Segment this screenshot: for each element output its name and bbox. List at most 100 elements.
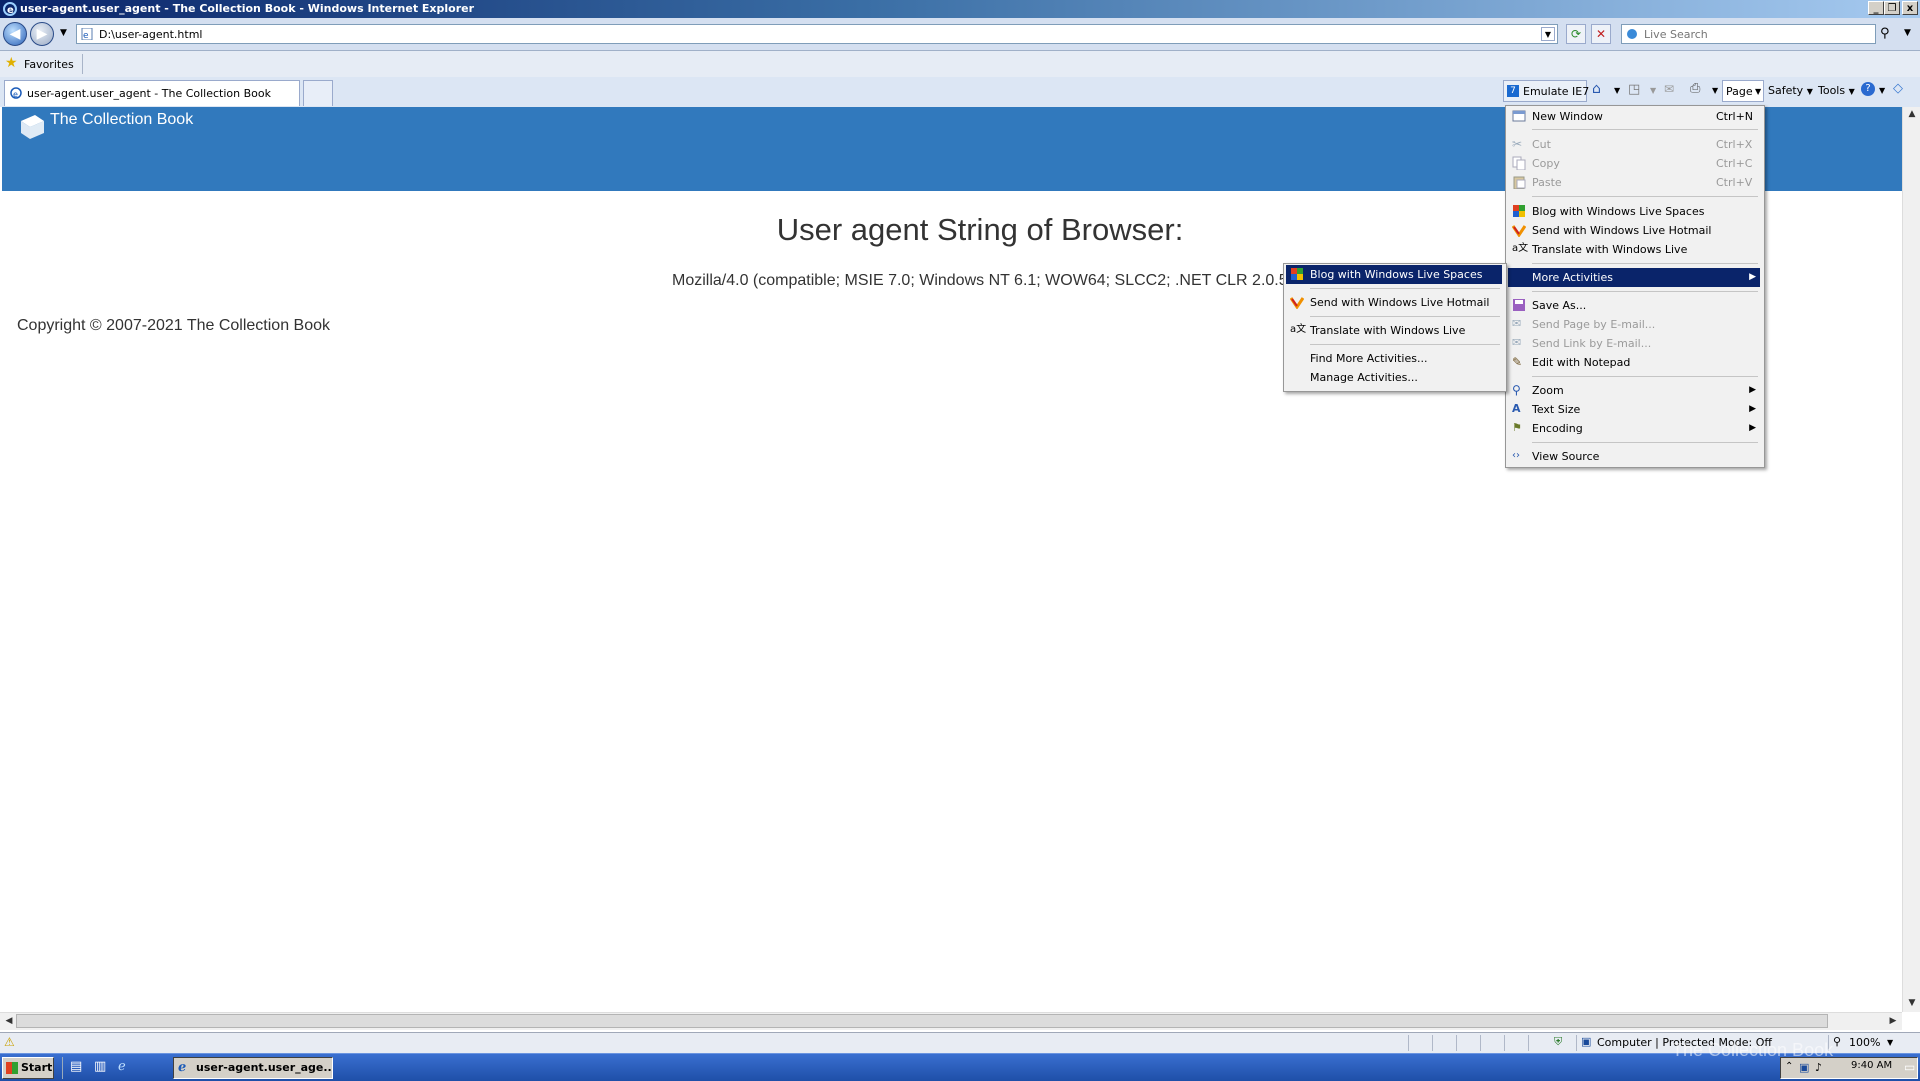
menu-shortcut: Ctrl+N xyxy=(1716,110,1754,123)
feeds-dropdown-icon[interactable]: ▼ xyxy=(1650,86,1656,95)
activity-translate[interactable]: a文 Translate with Windows Live xyxy=(1286,321,1502,340)
activity-blog-spaces[interactable]: Blog with Windows Live Spaces xyxy=(1286,265,1502,284)
server-manager-icon[interactable]: ▤ xyxy=(70,1059,82,1074)
scroll-left-icon[interactable]: ◀ xyxy=(2,1014,16,1028)
menu-item-send-hotmail[interactable]: Send with Windows Live Hotmail xyxy=(1508,221,1760,240)
stop-button[interactable]: ✕ xyxy=(1591,24,1611,44)
start-button[interactable]: Start xyxy=(2,1057,54,1079)
horizontal-scrollbar[interactable]: ◀ ▶ xyxy=(0,1012,1902,1030)
address-url: D:\user-agent.html xyxy=(99,28,203,41)
menu-item-more-activities[interactable]: More Activities ▶ xyxy=(1508,268,1760,287)
safety-menu-button[interactable]: Safety ▼ xyxy=(1768,84,1813,97)
horizontal-scroll-thumb[interactable] xyxy=(16,1014,1828,1028)
copy-icon xyxy=(1512,156,1526,170)
activity-manage[interactable]: Manage Activities... xyxy=(1286,368,1502,387)
print-icon[interactable]: ⎙ xyxy=(1690,81,1700,96)
scroll-up-icon[interactable]: ▲ xyxy=(1905,107,1919,121)
address-field[interactable]: e D:\user-agent.html ▼ xyxy=(76,24,1558,44)
menu-item-send-link-email[interactable]: ✉ Send Link by E-mail... xyxy=(1508,334,1760,353)
menu-item-new-window[interactable]: New Window Ctrl+N xyxy=(1508,107,1760,126)
status-cell xyxy=(1408,1035,1429,1051)
history-dropdown-icon[interactable]: ▼ xyxy=(60,28,67,38)
start-label: Start xyxy=(21,1061,53,1074)
activities-submenu: Blog with Windows Live Spaces Send with … xyxy=(1283,263,1507,392)
menu-label: Zoom xyxy=(1532,384,1564,397)
svg-text:e: e xyxy=(7,5,14,16)
activity-find-more[interactable]: Find More Activities... xyxy=(1286,349,1502,368)
tools-arrow-icon: ▼ xyxy=(1848,87,1855,96)
svg-text:e: e xyxy=(13,90,18,99)
taskbar-item-ie[interactable]: ℯ user-agent.user_age... xyxy=(173,1057,333,1079)
toolbar-expand-icon[interactable]: ◇ xyxy=(1893,81,1903,96)
close-button[interactable]: x xyxy=(1902,1,1918,15)
print-dropdown-icon[interactable]: ▼ xyxy=(1712,86,1718,95)
favorites-button[interactable]: Favorites xyxy=(24,58,74,71)
scroll-right-icon[interactable]: ▶ xyxy=(1886,1014,1900,1028)
search-options-icon[interactable]: ▼ xyxy=(1904,28,1911,38)
status-cell xyxy=(1528,1035,1549,1051)
address-dropdown-icon[interactable]: ▼ xyxy=(1541,27,1555,41)
minimize-button[interactable]: _ xyxy=(1868,1,1884,15)
menu-separator xyxy=(1310,288,1500,289)
menu-item-send-page-email[interactable]: ✉ Send Page by E-mail... xyxy=(1508,315,1760,334)
email-icon: ✉ xyxy=(1512,317,1522,330)
new-tab-button[interactable] xyxy=(303,80,333,106)
menu-separator xyxy=(1532,376,1758,377)
help-dropdown-icon[interactable]: ▼ xyxy=(1879,86,1885,95)
emulate-ie7-button[interactable]: 7 Emulate IE7 xyxy=(1503,80,1589,102)
help-icon[interactable]: ? xyxy=(1861,82,1875,96)
status-cell xyxy=(1480,1035,1501,1051)
home-icon[interactable]: ⌂ xyxy=(1592,81,1601,97)
ie-quicklaunch-icon[interactable]: ℯ xyxy=(118,1059,126,1074)
feeds-icon[interactable]: ◳ xyxy=(1628,82,1640,97)
page-menu-button[interactable]: Page ▼ xyxy=(1722,80,1764,102)
encoding-icon: ⚑ xyxy=(1512,421,1522,434)
translate-icon: a文 xyxy=(1290,324,1307,335)
menu-label: Cut xyxy=(1532,138,1551,151)
show-desktop-icon[interactable]: ▭ xyxy=(1904,1060,1915,1074)
search-input[interactable] xyxy=(1642,27,1866,42)
refresh-button[interactable]: ⟳ xyxy=(1566,24,1586,44)
page-menu: New Window Ctrl+N ✂ Cut Ctrl+X Copy Ctrl… xyxy=(1505,105,1765,468)
menu-item-encoding[interactable]: ⚑ Encoding ▶ xyxy=(1508,419,1760,438)
status-cell xyxy=(1504,1035,1525,1051)
safety-menu-label: Safety xyxy=(1768,84,1804,97)
copyright-text: Copyright © 2007-2021 The Collection Boo… xyxy=(17,317,331,334)
menu-label: Translate with Windows Live xyxy=(1532,243,1688,256)
clock[interactable]: 9:40 AM xyxy=(1851,1060,1892,1071)
search-field[interactable] xyxy=(1621,24,1876,44)
zoom-cell[interactable]: ⚲ 100% ▼ xyxy=(1828,1035,1899,1051)
menu-item-text-size[interactable]: A Text Size ▶ xyxy=(1508,400,1760,419)
menu-item-copy[interactable]: Copy Ctrl+C xyxy=(1508,154,1760,173)
forward-button[interactable]: ▶ xyxy=(30,22,54,46)
back-button[interactable]: ◀ xyxy=(3,22,27,46)
site-name[interactable]: The Collection Book xyxy=(50,111,193,129)
scroll-down-icon[interactable]: ▼ xyxy=(1905,996,1919,1010)
read-mail-icon[interactable]: ✉ xyxy=(1664,82,1674,96)
menu-item-save-as[interactable]: Save As... xyxy=(1508,296,1760,315)
menu-item-view-source[interactable]: ‹› View Source xyxy=(1508,447,1760,466)
network-icon[interactable]: ▣ xyxy=(1799,1061,1809,1074)
home-dropdown-icon[interactable]: ▼ xyxy=(1614,86,1620,95)
window-title-bar: e user-agent.user_agent - The Collection… xyxy=(0,0,1920,18)
activity-send-hotmail[interactable]: Send with Windows Live Hotmail xyxy=(1286,293,1502,312)
powershell-icon[interactable]: ▥ xyxy=(94,1059,106,1074)
menu-separator xyxy=(1532,129,1758,130)
menu-item-blog-spaces[interactable]: Blog with Windows Live Spaces xyxy=(1508,202,1760,221)
favorites-bar: ★ Favorites xyxy=(0,51,1920,78)
menu-item-edit-notepad[interactable]: ✎ Edit with Notepad xyxy=(1508,353,1760,372)
vertical-scrollbar[interactable]: ▲ ▼ xyxy=(1902,107,1920,1012)
search-go-icon[interactable]: ⚲ xyxy=(1880,26,1890,41)
menu-item-zoom[interactable]: ⚲ Zoom ▶ xyxy=(1508,381,1760,400)
tools-menu-button[interactable]: Tools ▼ xyxy=(1818,84,1855,97)
speaker-icon[interactable]: ♪ xyxy=(1815,1061,1822,1074)
tray-expand-icon[interactable]: ⌃ xyxy=(1785,1061,1793,1072)
protected-mode-icon[interactable]: ⛨ xyxy=(1554,1035,1562,1049)
watermark: The Collection Book xyxy=(1672,1040,1834,1060)
restore-button[interactable]: ❐ xyxy=(1884,1,1900,15)
pencil-icon: ✎ xyxy=(1512,355,1523,369)
menu-item-paste[interactable]: Paste Ctrl+V xyxy=(1508,173,1760,192)
menu-item-cut[interactable]: ✂ Cut Ctrl+X xyxy=(1508,135,1760,154)
menu-item-translate[interactable]: a文 Translate with Windows Live xyxy=(1508,240,1760,259)
tab-active[interactable]: e user-agent.user_agent - The Collection… xyxy=(4,80,300,106)
